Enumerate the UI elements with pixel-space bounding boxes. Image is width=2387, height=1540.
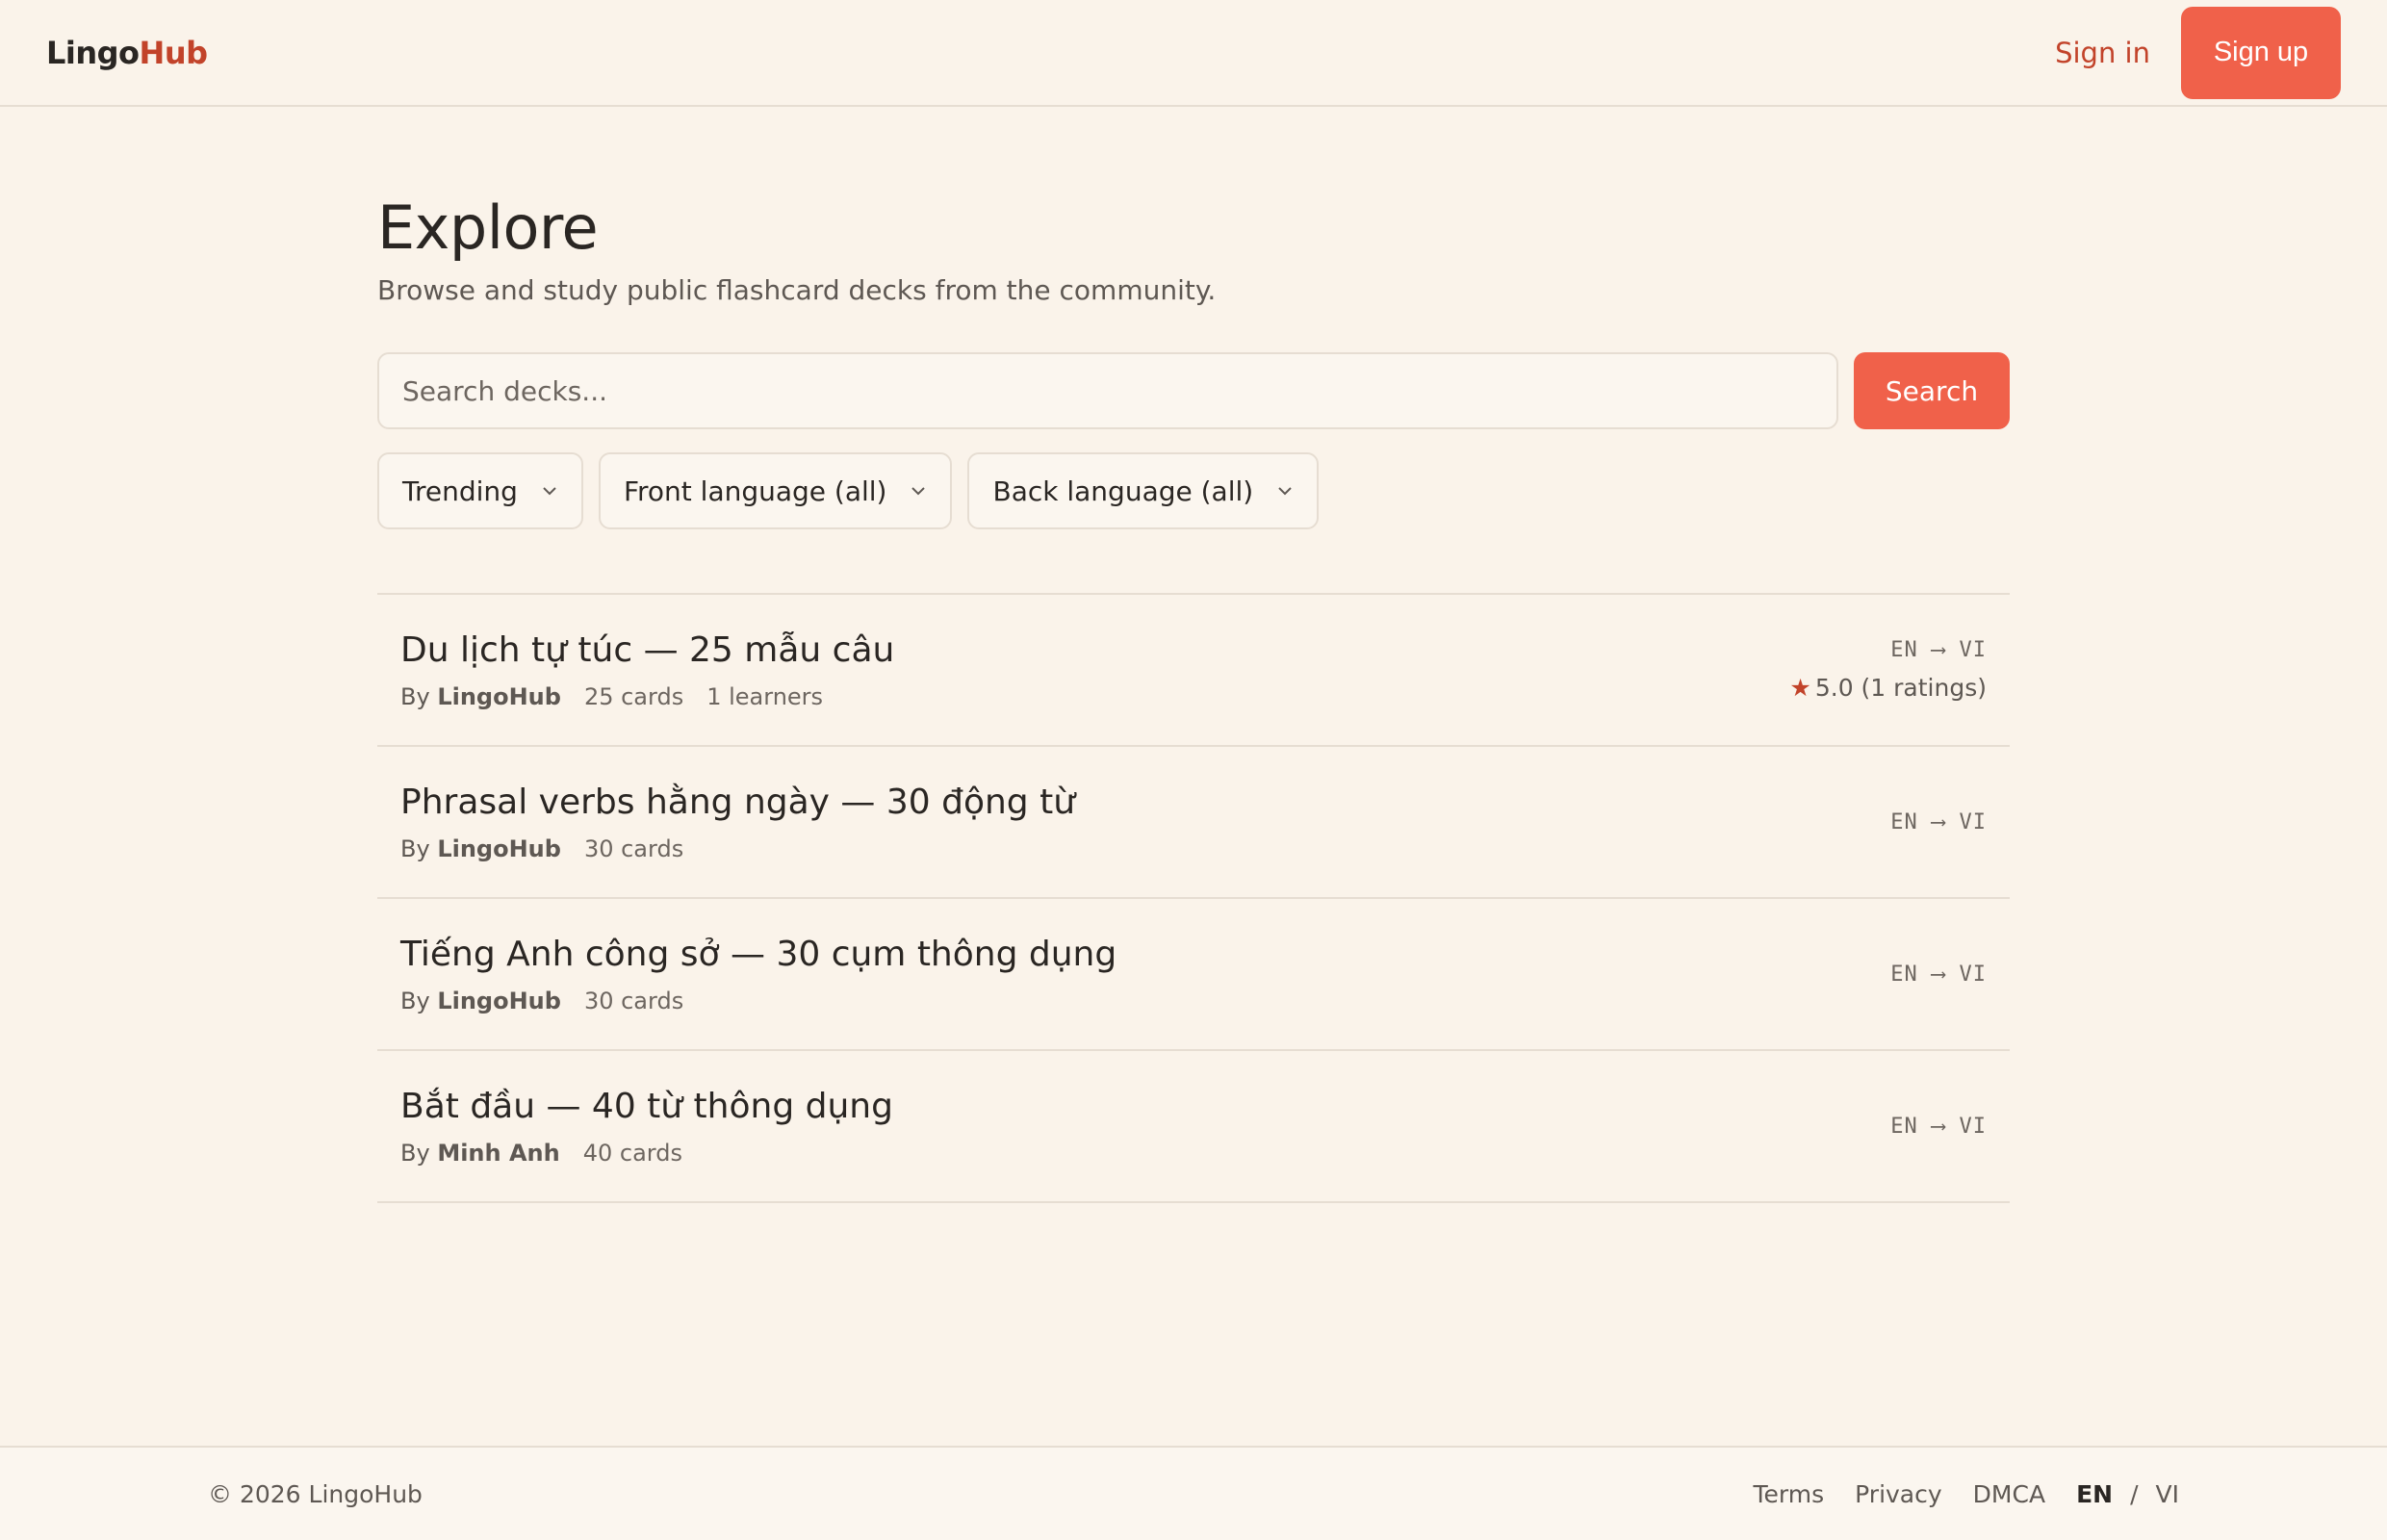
deck-title: Phrasal verbs hằng ngày — 30 động từ — [400, 782, 1076, 822]
chevron-down-icon — [1278, 487, 1292, 496]
deck-card-count: 25 cards — [583, 682, 684, 710]
deck-meta: By LingoHub 30 cards — [400, 835, 1075, 862]
deck-author: By Minh Anh — [400, 1140, 560, 1167]
privacy-link[interactable]: Privacy — [1855, 1480, 1942, 1508]
by-label: By — [400, 682, 430, 710]
header-actions: Sign in Sign up — [2055, 6, 2341, 99]
deck-list: Du lịch tự túc — 25 mẫu câu By LingoHub … — [377, 593, 2010, 1203]
sort-select-value: Trending — [402, 475, 518, 507]
footer-links: Terms Privacy DMCA EN / VI — [1754, 1480, 2179, 1508]
deck-author: By LingoHub — [400, 988, 561, 1014]
chevron-down-icon — [911, 487, 926, 496]
author-name: LingoHub — [437, 987, 561, 1014]
by-label: By — [400, 1139, 430, 1167]
search-input[interactable] — [377, 352, 1838, 429]
back-language-value: Back language (all) — [992, 475, 1254, 507]
deck-row[interactable]: Du lịch tự túc — 25 mẫu câu By LingoHub … — [377, 595, 2010, 747]
page-subtitle: Browse and study public flashcard decks … — [377, 274, 1217, 306]
lang-en-link[interactable]: EN — [2076, 1480, 2113, 1508]
deck-card-count: 40 cards — [582, 1139, 682, 1167]
deck-card-count: 30 cards — [583, 834, 684, 862]
deck-meta: By LingoHub 25 cards 1 learners — [400, 683, 894, 710]
copyright: © 2026 LingoHub — [208, 1479, 423, 1508]
deck-meta: By LingoHub 30 cards — [400, 988, 1116, 1014]
lang-separator: / — [2130, 1479, 2139, 1508]
deck-languages: EN ⟶ VI — [1890, 1114, 1987, 1139]
deck-author: By LingoHub — [400, 835, 561, 862]
deck-side-info: EN ⟶ VI ★ 5.0 (1 ratings) — [1789, 638, 1987, 702]
page-title: Explore — [377, 192, 599, 263]
deck-languages: EN ⟶ VI — [1890, 809, 1987, 834]
dmca-link[interactable]: DMCA — [1973, 1480, 2045, 1508]
by-label: By — [400, 834, 430, 862]
deck-title: Tiếng Anh công sở — 30 cụm thông dụng — [400, 934, 1117, 974]
deck-row[interactable]: Bắt đầu — 40 từ thông dụng By Minh Anh 4… — [377, 1051, 2010, 1203]
deck-languages: EN ⟶ VI — [1890, 638, 1987, 662]
back-language-select[interactable]: Back language (all) — [967, 452, 1320, 529]
filter-row: Trending Front language (all) Back langu… — [377, 452, 2010, 529]
front-language-select[interactable]: Front language (all) — [598, 452, 953, 529]
chevron-down-icon — [543, 487, 556, 496]
by-label: By — [400, 987, 430, 1014]
author-name: LingoHub — [437, 682, 561, 710]
terms-link[interactable]: Terms — [1754, 1480, 1825, 1508]
explore-page: Explore Browse and study public flashcar… — [377, 192, 2010, 1203]
sort-select[interactable]: Trending — [377, 452, 583, 529]
rating-text: 5.0 (1 ratings) — [1814, 674, 1987, 702]
deck-info: Phrasal verbs hằng ngày — 30 động từ By … — [400, 783, 1075, 862]
front-language-value: Front language (all) — [623, 475, 887, 507]
footer: © 2026 LingoHub Terms Privacy DMCA EN / … — [0, 1446, 2387, 1540]
deck-side-info: EN ⟶ VI — [1890, 810, 1987, 834]
lang-vi-link[interactable]: VI — [2156, 1480, 2179, 1508]
top-bar: LingoHub Sign in Sign up — [0, 0, 2387, 107]
language-switcher: EN / VI — [2076, 1480, 2179, 1508]
logo-text-lingo: Lingo — [46, 34, 140, 71]
deck-row[interactable]: Phrasal verbs hằng ngày — 30 động từ By … — [377, 747, 2010, 899]
deck-row[interactable]: Tiếng Anh công sở — 30 cụm thông dụng By… — [377, 899, 2010, 1051]
deck-author: By LingoHub — [400, 683, 561, 710]
author-name: Minh Anh — [437, 1139, 560, 1167]
logo[interactable]: LingoHub — [46, 35, 208, 71]
deck-info: Du lịch tự túc — 25 mẫu câu By LingoHub … — [400, 630, 894, 710]
deck-info: Bắt đầu — 40 từ thông dụng By Minh Anh 4… — [400, 1087, 893, 1167]
deck-title: Bắt đầu — 40 từ thông dụng — [400, 1086, 893, 1126]
deck-side-info: EN ⟶ VI — [1890, 962, 1987, 987]
search-button[interactable]: Search — [1854, 352, 2010, 429]
logo-text-hub: Hub — [139, 34, 208, 71]
sign-up-button[interactable]: Sign up — [2181, 6, 2341, 99]
star-icon: ★ — [1789, 674, 1811, 702]
deck-learner-count: 1 learners — [706, 682, 824, 710]
deck-rating: ★ 5.0 (1 ratings) — [1789, 674, 1987, 702]
deck-languages: EN ⟶ VI — [1890, 962, 1987, 987]
deck-side-info: EN ⟶ VI — [1890, 1115, 1987, 1139]
search-bar: Search — [377, 352, 2010, 429]
deck-card-count: 30 cards — [583, 987, 684, 1014]
deck-meta: By Minh Anh 40 cards — [400, 1140, 893, 1167]
deck-info: Tiếng Anh công sở — 30 cụm thông dụng By… — [400, 935, 1116, 1014]
sign-in-link[interactable]: Sign in — [2055, 37, 2150, 69]
deck-title: Du lịch tự túc — 25 mẫu câu — [400, 629, 895, 670]
author-name: LingoHub — [437, 834, 561, 862]
